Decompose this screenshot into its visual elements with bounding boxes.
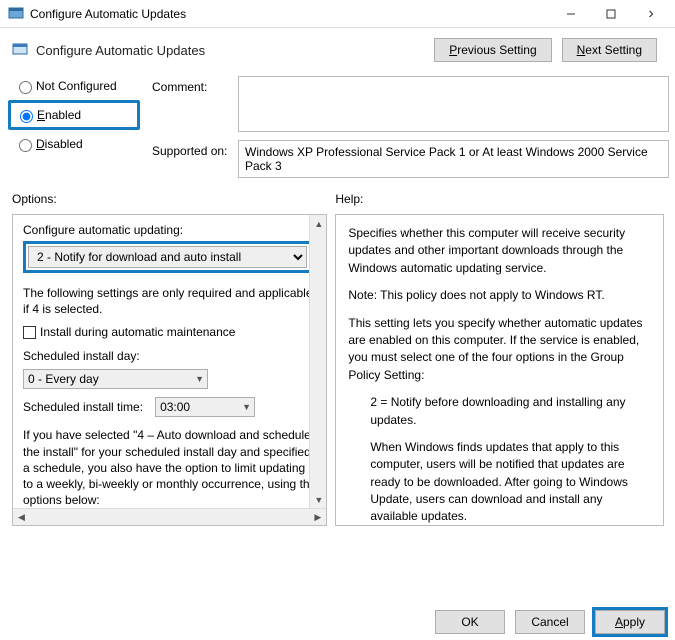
next-setting-button[interactable]: Next Setting: [562, 38, 657, 62]
sched-time-select[interactable]: 03:00 ▼: [155, 397, 255, 417]
comment-field[interactable]: [238, 76, 669, 132]
help-label: Help:: [335, 192, 664, 206]
radio-enabled-input[interactable]: [20, 110, 33, 123]
dialog-footer: OK Cancel Apply: [435, 610, 665, 634]
titlebar: Configure Automatic Updates ›: [0, 0, 675, 28]
radio-disabled[interactable]: Disabled: [12, 130, 140, 158]
policy-icon: [12, 42, 28, 58]
sched-time-label: Scheduled install time:: [23, 400, 143, 414]
scroll-up-icon[interactable]: ▲: [310, 215, 327, 232]
maximize-button[interactable]: [591, 2, 631, 26]
help-box: Specifies whether this computer will rec…: [335, 214, 664, 526]
sched-day-select[interactable]: 0 - Every day ▼: [23, 369, 208, 389]
options-paragraph: If you have selected "4 – Auto download …: [23, 427, 316, 508]
radio-enabled[interactable]: Enabled: [13, 105, 131, 125]
options-vscrollbar[interactable]: ▲ ▼: [309, 215, 326, 508]
apply-button[interactable]: Apply: [595, 610, 665, 634]
options-label: Options:: [12, 192, 327, 206]
options-note: The following settings are only required…: [23, 285, 316, 317]
previous-setting-button[interactable]: Previous Setting: [434, 38, 551, 62]
help-text: Specifies whether this computer will rec…: [336, 215, 663, 525]
policy-state-group: Not Configured Enabled Disabled: [0, 68, 140, 158]
radio-disabled-input[interactable]: [19, 139, 32, 152]
enabled-highlight: Enabled: [8, 100, 140, 130]
window-title: Configure Automatic Updates: [30, 7, 551, 21]
install-maintenance-label: Install during automatic maintenance: [40, 325, 235, 339]
page-title: Configure Automatic Updates: [36, 43, 205, 58]
radio-not-configured[interactable]: Not Configured: [12, 72, 140, 100]
ok-button[interactable]: OK: [435, 610, 505, 634]
sched-day-label: Scheduled install day:: [23, 349, 316, 363]
install-maintenance-row[interactable]: Install during automatic maintenance: [23, 325, 316, 339]
mode-select-highlight: 2 - Notify for download and auto install: [23, 241, 312, 273]
minimize-button[interactable]: [551, 2, 591, 26]
scroll-left-icon[interactable]: ◀: [13, 509, 30, 526]
chevron-down-icon: ▼: [195, 374, 204, 384]
chevron-down-icon: ▼: [242, 402, 251, 412]
scroll-down-icon[interactable]: ▼: [310, 491, 327, 508]
help-pane: Help: Specifies whether this computer wi…: [335, 192, 664, 526]
options-hscrollbar[interactable]: ◀ ▶: [13, 508, 326, 525]
header: Configure Automatic Updates Previous Set…: [0, 28, 675, 68]
comment-label: Comment:: [152, 76, 238, 132]
radio-not-configured-input[interactable]: [19, 81, 32, 94]
window-icon: [8, 6, 24, 22]
next-arrow-button[interactable]: ›: [631, 2, 671, 26]
options-box: Configure automatic updating: 2 - Notify…: [12, 214, 327, 526]
cancel-button[interactable]: Cancel: [515, 610, 585, 634]
supported-label: Supported on:: [152, 140, 238, 178]
install-maintenance-checkbox[interactable]: [23, 326, 36, 339]
scroll-right-icon[interactable]: ▶: [309, 509, 326, 526]
configure-updating-label: Configure automatic updating:: [23, 223, 316, 237]
supported-field: Windows XP Professional Service Pack 1 o…: [238, 140, 669, 178]
mode-select[interactable]: 2 - Notify for download and auto install: [28, 246, 307, 268]
meta-area: Comment: Supported on: Windows XP Profes…: [152, 76, 675, 178]
options-pane: Options: Configure automatic updating: 2…: [12, 192, 327, 526]
